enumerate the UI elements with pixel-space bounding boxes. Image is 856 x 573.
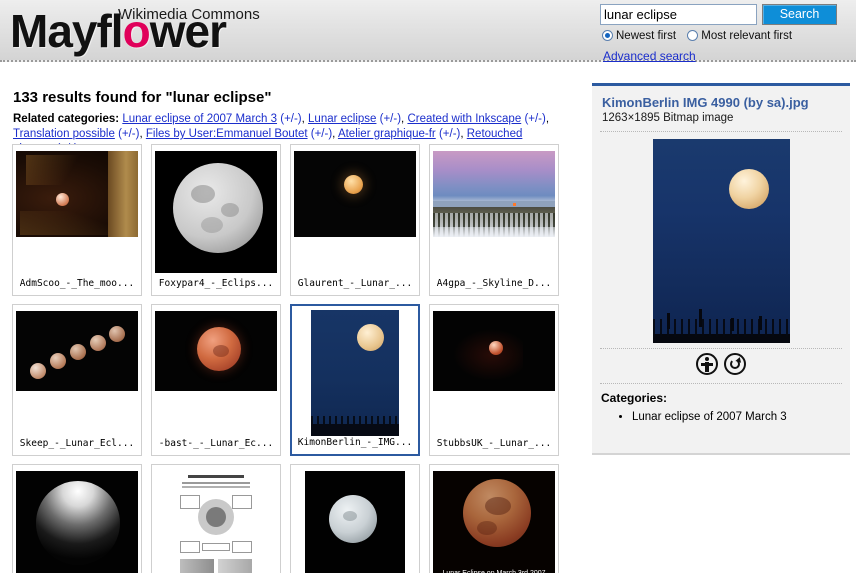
thumbnail-image — [433, 151, 555, 237]
related-categories-label: Related categories: — [13, 113, 120, 125]
thumbnail-cell[interactable] — [12, 464, 142, 573]
sort-option-most-relevant-label: Most relevant first — [701, 30, 793, 42]
thumbnail-image — [155, 151, 277, 273]
related-category-toggle-0[interactable]: (+/-) — [280, 113, 301, 125]
results-column: 133 results found for "lunar eclipse" Re… — [0, 62, 586, 573]
thumbnail-cell-selected[interactable]: KimonBerlin_-_IMG... — [290, 304, 420, 456]
thumbnail-image: Lunar Eclipse on March 3rd 2007 — [433, 471, 555, 573]
detail-title[interactable]: KimonBerlin IMG 4990 (by sa).jpg — [602, 95, 842, 110]
thumbnail-image — [305, 471, 405, 573]
logo-part-2: wer — [149, 5, 227, 57]
thumbnail-image — [16, 151, 138, 237]
radio-selected-icon[interactable] — [602, 30, 613, 41]
thumbnail-cell[interactable]: StubbsUK_-_Lunar_... — [429, 304, 559, 456]
thumbnail-image — [294, 151, 416, 237]
thumbnail-caption: KimonBerlin_-_IMG... — [297, 437, 413, 448]
related-category-toggle-3[interactable]: (+/-) — [118, 128, 139, 140]
related-category-link-2[interactable]: Created with Inkscape — [407, 113, 521, 125]
advanced-search-link[interactable]: Advanced search — [603, 49, 696, 63]
sort-option-newest-first-label: Newest first — [616, 30, 677, 42]
related-category-toggle-5[interactable]: (+/-) — [439, 128, 460, 140]
thumbnail-cell[interactable]: Foxypar4_-_Eclips... — [151, 144, 281, 296]
thumbnail-cell[interactable] — [151, 464, 281, 573]
search-input[interactable] — [600, 4, 757, 25]
related-category-link-1[interactable]: Lunar eclipse — [308, 113, 376, 125]
categories-label: Categories: — [601, 391, 668, 405]
detail-panel: KimonBerlin IMG 4990 (by sa).jpg 1263×18… — [592, 83, 850, 455]
page-header: Wikimedia Commons Mayflower Search Newes… — [0, 0, 856, 63]
categories-list: Lunar eclipse of 2007 March 3 — [618, 410, 787, 425]
thumbnail-caption: AdmScoo_-_The_moo... — [19, 278, 135, 289]
detail-preview-image[interactable] — [653, 139, 790, 343]
thumbnail-cell[interactable]: Skeep_-_Lunar_Ecl... — [12, 304, 142, 456]
thumbnail-image — [16, 471, 138, 573]
thumbnail-caption: Skeep_-_Lunar_Ecl... — [19, 438, 135, 449]
site-logo[interactable]: Wikimedia Commons Mayflower — [10, 2, 340, 60]
divider — [600, 383, 842, 384]
related-category-link-3[interactable]: Translation possible — [13, 128, 115, 140]
sort-option-most-relevant[interactable]: Most relevant first — [687, 30, 792, 42]
thumbnail-cell[interactable]: AdmScoo_-_The_moo... — [12, 144, 142, 296]
thumbnail-caption: A4gpa_-_Skyline_D... — [436, 278, 552, 289]
cc-attribution-body — [705, 362, 710, 372]
cc-attribution-head — [705, 357, 710, 361]
related-category-toggle-2[interactable]: (+/-) — [524, 113, 545, 125]
related-category-toggle-4[interactable]: (+/-) — [311, 128, 332, 140]
thumbnail-caption: Foxypar4_-_Eclips... — [158, 278, 274, 289]
divider — [600, 131, 842, 132]
thumbnail-image — [433, 311, 555, 391]
cc-share-alike-icon[interactable] — [723, 353, 746, 375]
radio-unselected-icon[interactable] — [687, 30, 699, 41]
sort-option-newest-first[interactable]: Newest first — [602, 30, 676, 42]
results-title: 133 results found for "lunar eclipse" — [13, 89, 272, 106]
related-category-toggle-1[interactable]: (+/-) — [380, 113, 401, 125]
search-button[interactable]: Search — [762, 4, 837, 25]
thumbnail-image — [155, 311, 277, 391]
category-item[interactable]: Lunar eclipse of 2007 March 3 — [632, 410, 787, 425]
thumbnail-grid: AdmScoo_-_The_moo... Foxypar4_-_Eclips..… — [12, 144, 574, 573]
thumbnail-image — [311, 310, 399, 436]
cc-attribution-icon[interactable] — [696, 353, 719, 375]
related-category-link-0[interactable]: Lunar eclipse of 2007 March 3 — [122, 113, 277, 125]
logo-part-1: Mayfl — [10, 5, 124, 57]
thumbnail-caption: Glaurent_-_Lunar_... — [297, 278, 413, 289]
sort-options: Newest first Most relevant first — [602, 30, 852, 46]
thumbnail-image — [16, 311, 138, 391]
related-category-link-5[interactable]: Atelier graphique-fr — [338, 128, 436, 140]
logo-wordmark: Mayflower — [10, 5, 227, 57]
related-category-link-4[interactable]: Files by User:Emmanuel Boutet — [146, 128, 308, 140]
thumbnail-cell[interactable]: Glaurent_-_Lunar_... — [290, 144, 420, 296]
thumbnail-caption: -bast-_-_Lunar_Ec... — [158, 438, 274, 449]
search-area: Search Newest first Most relevant first … — [600, 4, 852, 63]
divider — [600, 348, 842, 349]
logo-pink-o: o — [122, 5, 151, 57]
thumbnail-cell[interactable] — [290, 464, 420, 573]
thumbnail-image — [174, 471, 258, 573]
thumbnail-caption: StubbsUK_-_Lunar_... — [436, 438, 552, 449]
detail-meta: 1263×1895 Bitmap image — [602, 112, 734, 124]
thumbnail-cell[interactable]: A4gpa_-_Skyline_D... — [429, 144, 559, 296]
license-icons — [592, 353, 850, 379]
thumbnail-cell[interactable]: Lunar Eclipse on March 3rd 2007 — [429, 464, 559, 573]
thumbnail-cell[interactable]: -bast-_-_Lunar_Ec... — [151, 304, 281, 456]
